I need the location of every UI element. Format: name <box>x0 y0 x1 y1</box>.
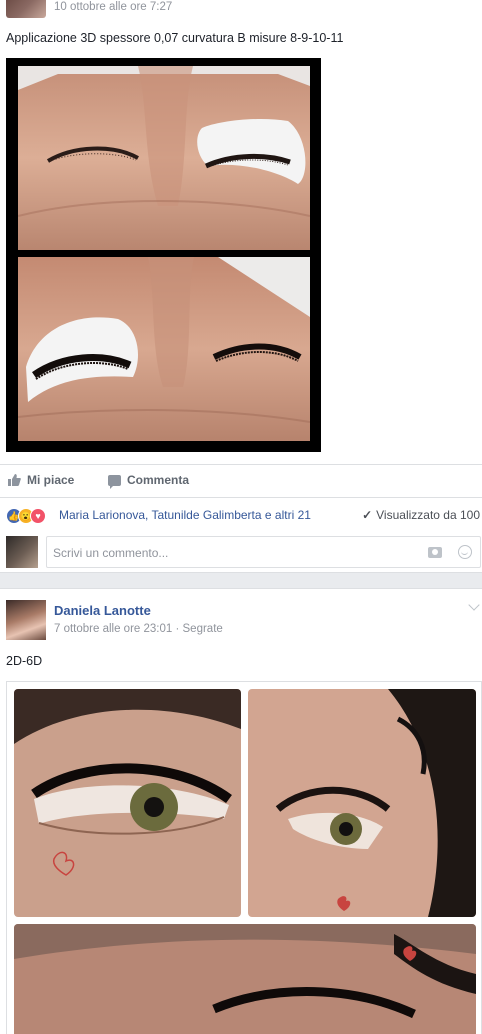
check-icon: ✓ <box>362 508 373 522</box>
post-location[interactable]: Segrate <box>183 623 223 635</box>
like-label: Mi piace <box>27 473 75 487</box>
post-meta: 7 ottobre alle ore 23:01 · Segrate <box>54 623 223 635</box>
photo-grid <box>6 681 482 1034</box>
meta-separator: · <box>172 623 183 635</box>
reactions-bar: 👍 😮 ♥ Maria Larionova, Tatunilde Galimbe… <box>0 498 482 532</box>
comment-label: Commenta <box>127 473 190 487</box>
comment-input[interactable]: Scrivi un commento... <box>46 536 481 568</box>
lash-photo-after <box>18 257 310 441</box>
emoji-icon[interactable] <box>458 545 472 559</box>
comment-icon <box>108 474 121 489</box>
post-timestamp[interactable]: 10 ottobre alle ore 7:27 <box>54 1 172 13</box>
post-card-2: Daniela Lanotte 7 ottobre alle ore 23:01… <box>0 589 482 1034</box>
feed-separator <box>0 572 482 589</box>
author-avatar-2[interactable] <box>6 600 46 640</box>
post-text: 2D-6D <box>6 654 43 668</box>
love-reaction-icon: ♥ <box>30 508 46 524</box>
author-avatar-1[interactable] <box>6 0 46 18</box>
post-actions: Mi piace Commenta <box>0 465 482 495</box>
like-button[interactable]: Mi piace <box>8 473 74 487</box>
author-name[interactable]: Daniela Lanotte <box>54 603 151 618</box>
post-photo[interactable] <box>6 58 321 452</box>
comment-button[interactable]: Commenta <box>108 473 190 489</box>
reaction-names[interactable]: Maria Larionova, Tatunilde Galimberta e … <box>59 508 311 522</box>
commenter-avatar <box>6 536 38 568</box>
post-timestamp[interactable]: 7 ottobre alle ore 23:01 <box>54 623 172 635</box>
camera-icon[interactable] <box>428 547 442 558</box>
grid-photo-3[interactable] <box>14 924 476 1034</box>
chevron-down-icon[interactable] <box>468 599 480 611</box>
thumbs-up-icon <box>8 474 21 486</box>
grid-photo-2[interactable] <box>248 689 476 917</box>
seen-label: Visualizzato da 100 <box>376 508 480 522</box>
reaction-icons[interactable]: 👍 😮 ♥ <box>6 508 46 524</box>
lash-photo-before <box>18 66 310 250</box>
grid-photo-1[interactable] <box>14 689 241 917</box>
post-card-1: 10 ottobre alle ore 7:27 Applicazione 3D… <box>0 0 482 572</box>
comment-placeholder: Scrivi un commento... <box>53 546 169 560</box>
post-text: Applicazione 3D spessore 0,07 curvatura … <box>6 31 344 45</box>
seen-by[interactable]: ✓ Visualizzato da 100 <box>362 508 480 522</box>
comment-row: Scrivi un commento... <box>0 533 482 571</box>
